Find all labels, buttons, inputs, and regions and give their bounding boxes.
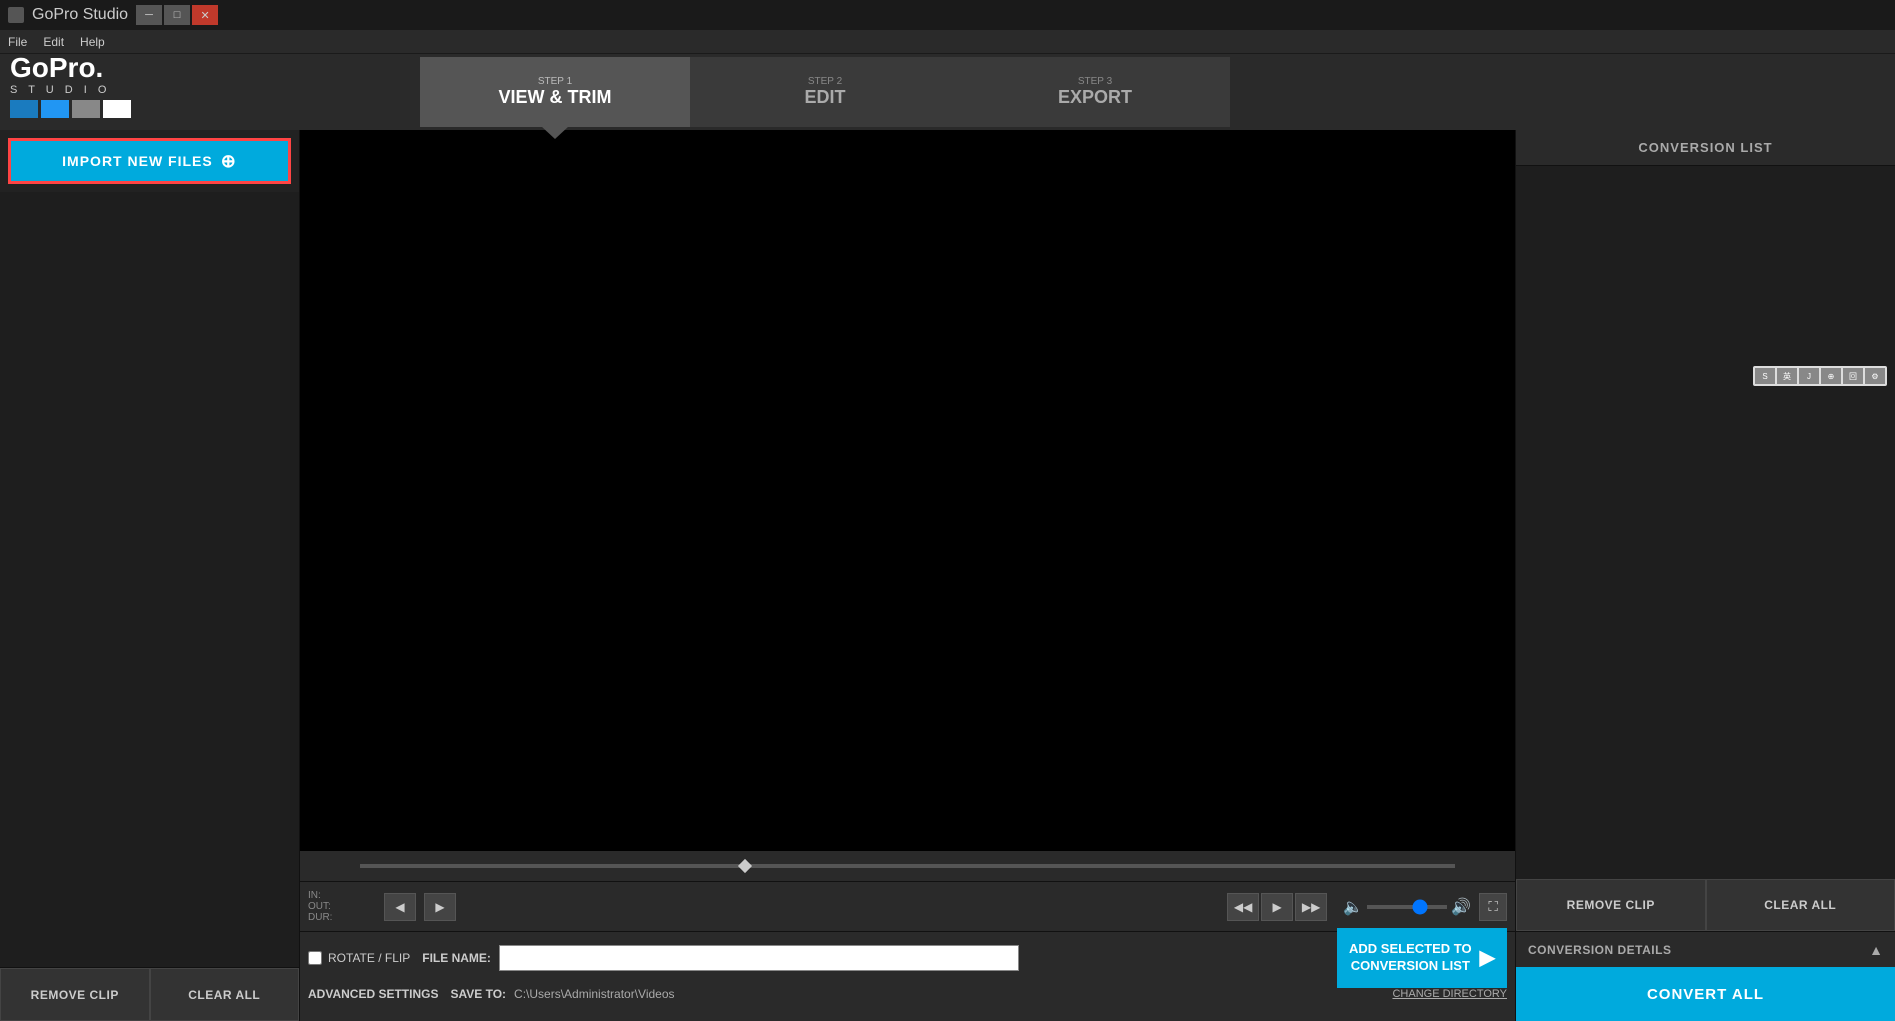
- step3-title: EXPORT: [1058, 87, 1132, 108]
- saveto-area: SAVE TO: C:\Users\Administrator\Videos: [450, 987, 674, 1001]
- volume-area: 🔈 🔊: [1343, 897, 1471, 917]
- change-directory-button[interactable]: CHANGE DIRECTORY: [1392, 988, 1507, 1000]
- fast-forward-button[interactable]: ▶▶: [1295, 893, 1327, 921]
- scrubber-area[interactable]: [300, 851, 1515, 881]
- float-btn-6[interactable]: ⚙: [1865, 368, 1885, 384]
- filename-input[interactable]: [499, 945, 1019, 971]
- float-btn-2[interactable]: 英: [1777, 368, 1797, 384]
- fullscreen-button[interactable]: ⛶: [1479, 893, 1507, 921]
- right-panel: CONVERSION LIST S 英 J ⊕ 回 ⚙ REMOVE CLIP …: [1515, 130, 1895, 1021]
- float-btn-4[interactable]: ⊕: [1821, 368, 1841, 384]
- minimize-button[interactable]: ─: [136, 5, 162, 25]
- close-button[interactable]: ✕: [192, 5, 218, 25]
- bottom-controls: ROTATE / FLIP FILE NAME: ADD SELECTED TO…: [300, 931, 1515, 1021]
- conversion-list-header: CONVERSION LIST: [1516, 130, 1895, 166]
- main-layout: IMPORT NEW FILES ⊕ REMOVE CLIP CLEAR ALL…: [0, 130, 1895, 1021]
- video-area: [300, 130, 1515, 851]
- step2-number: STEP 2: [808, 76, 842, 87]
- conversion-list-title: CONVERSION LIST: [1638, 140, 1772, 155]
- add-arrow-icon: ▶: [1480, 945, 1495, 971]
- filename-label: FILE NAME:: [422, 951, 491, 965]
- left-remove-clip-button[interactable]: REMOVE CLIP: [0, 968, 150, 1021]
- menu-help[interactable]: Help: [80, 35, 105, 49]
- right-remove-clip-button[interactable]: REMOVE CLIP: [1516, 879, 1706, 931]
- saveto-label: SAVE TO:: [450, 987, 506, 1001]
- left-clear-all-button[interactable]: CLEAR ALL: [150, 968, 300, 1021]
- step1-number: STEP 1: [538, 76, 572, 87]
- title-bar: GoPro Studio ─ □ ✕: [0, 0, 1895, 30]
- file-list-area: [0, 192, 299, 967]
- convert-all-button[interactable]: CONVERT ALL: [1516, 967, 1895, 1021]
- step2-button[interactable]: STEP 2 EDIT: [690, 57, 960, 127]
- out-label: OUT:: [308, 901, 368, 912]
- right-button-row: REMOVE CLIP CLEAR ALL: [1516, 879, 1895, 931]
- add-to-list-label: ADD SELECTED TOCONVERSION LIST: [1349, 941, 1472, 975]
- playback-controls: ◀◀ ▶ ▶▶: [1227, 893, 1327, 921]
- step3-button[interactable]: STEP 3 EXPORT: [960, 57, 1230, 127]
- scrubber-track[interactable]: [360, 864, 1455, 868]
- bottom-row2: ADVANCED SETTINGS SAVE TO: C:\Users\Admi…: [308, 976, 1507, 1012]
- right-clear-all-button[interactable]: CLEAR ALL: [1706, 879, 1895, 931]
- menu-file[interactable]: File: [8, 35, 27, 49]
- float-btn-1[interactable]: S: [1755, 368, 1775, 384]
- left-panel: IMPORT NEW FILES ⊕ REMOVE CLIP CLEAR ALL: [0, 130, 300, 1021]
- in-label: IN:: [308, 890, 368, 901]
- float-btn-3[interactable]: J: [1799, 368, 1819, 384]
- bottom-row1: ROTATE / FLIP FILE NAME: ADD SELECTED TO…: [308, 940, 1507, 976]
- rewind-button[interactable]: ◀◀: [1227, 893, 1259, 921]
- scrubber-playhead[interactable]: [738, 859, 752, 873]
- step1-button[interactable]: STEP 1 VIEW & TRIM: [420, 57, 690, 127]
- play-button[interactable]: ▶: [1261, 893, 1293, 921]
- conversion-list-content: S 英 J ⊕ 回 ⚙: [1516, 166, 1895, 879]
- volume-icon: 🔈: [1343, 897, 1363, 917]
- volume-max-icon: 🔊: [1451, 897, 1471, 917]
- app-icon: [8, 7, 24, 23]
- advanced-settings-button[interactable]: ADVANCED SETTINGS: [308, 987, 438, 1001]
- step1-title: VIEW & TRIM: [499, 87, 612, 108]
- import-button-label: IMPORT NEW FILES: [62, 153, 213, 169]
- prev-frame-button[interactable]: ◀: [384, 893, 416, 921]
- center-panel: IN: OUT: DUR: ◀ ▶ ◀◀ ▶ ▶▶ 🔈 🔊 ⛶: [300, 130, 1515, 1021]
- saveto-path: C:\Users\Administrator\Videos: [514, 987, 675, 1001]
- right-bottom: REMOVE CLIP CLEAR ALL CONVERSION DETAILS…: [1516, 879, 1895, 1021]
- next-frame-button[interactable]: ▶: [424, 893, 456, 921]
- filename-area: FILE NAME:: [422, 945, 1019, 971]
- menu-bar: File Edit Help: [0, 30, 1895, 54]
- rotate-flip-label[interactable]: ROTATE / FLIP: [328, 951, 410, 965]
- float-btn-5[interactable]: 回: [1843, 368, 1863, 384]
- menu-edit[interactable]: Edit: [43, 35, 64, 49]
- controls-bar: IN: OUT: DUR: ◀ ▶ ◀◀ ▶ ▶▶ 🔈 🔊 ⛶: [300, 881, 1515, 931]
- floating-toolbar: S 英 J ⊕ 回 ⚙: [1753, 366, 1887, 386]
- steps-navigation: STEP 1 VIEW & TRIM STEP 2 EDIT STEP 3 EX…: [0, 54, 1895, 130]
- rotate-flip-area: ROTATE / FLIP: [308, 951, 410, 965]
- conversion-details-label: CONVERSION DETAILS: [1528, 943, 1671, 957]
- step3-number: STEP 3: [1078, 76, 1112, 87]
- left-bottom-buttons: REMOVE CLIP CLEAR ALL: [0, 967, 299, 1021]
- time-info: IN: OUT: DUR:: [308, 890, 368, 923]
- volume-slider[interactable]: [1367, 905, 1447, 909]
- maximize-button[interactable]: □: [164, 5, 190, 25]
- conversion-details-expand-icon[interactable]: ▲: [1869, 942, 1883, 958]
- title-text: GoPro Studio: [32, 6, 128, 24]
- window-controls: ─ □ ✕: [136, 5, 218, 25]
- add-to-conversion-list-button[interactable]: ADD SELECTED TOCONVERSION LIST ▶: [1337, 928, 1507, 988]
- rotate-flip-checkbox[interactable]: [308, 951, 322, 965]
- steps-wrapper: STEP 1 VIEW & TRIM STEP 2 EDIT STEP 3 EX…: [420, 57, 1230, 127]
- step2-title: EDIT: [804, 87, 845, 108]
- import-plus-icon: ⊕: [221, 151, 237, 172]
- dur-label: DUR:: [308, 912, 368, 923]
- conversion-details-bar: CONVERSION DETAILS ▲: [1516, 931, 1895, 967]
- import-new-files-button[interactable]: IMPORT NEW FILES ⊕: [8, 138, 291, 184]
